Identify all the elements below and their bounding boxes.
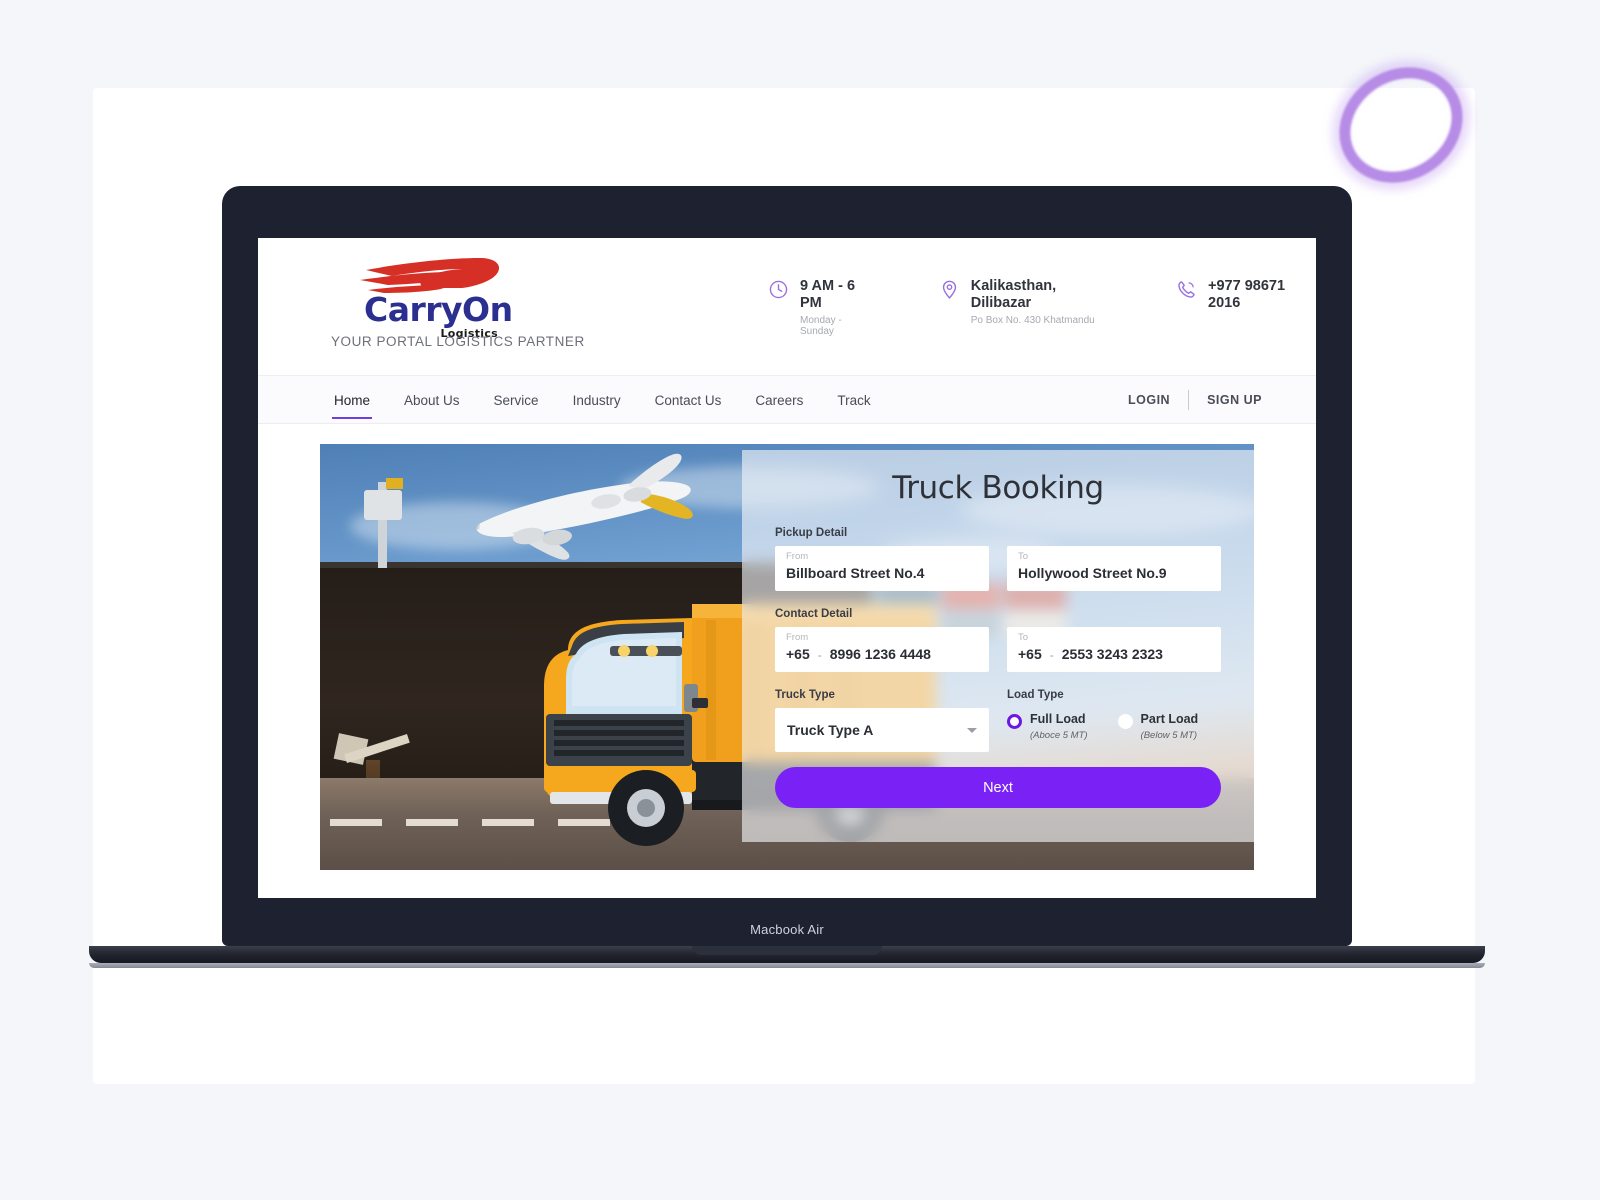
pickup-from-caption: From bbox=[786, 551, 809, 562]
address-title: Kalikasthan, Dilibazar bbox=[970, 278, 1057, 311]
laptop-foot bbox=[89, 963, 1485, 968]
load-option-part[interactable]: Part Load (Below 5 MT) bbox=[1117, 712, 1199, 741]
contact-to-separator: - bbox=[1049, 648, 1054, 663]
logo-word-part1: Carry bbox=[364, 290, 463, 329]
device-label: Macbook Air bbox=[750, 922, 824, 937]
ship-flag bbox=[386, 478, 403, 489]
site-tagline: YOUR PORTAL LOGISTICS PARTNER bbox=[331, 334, 585, 349]
contact-detail-label: Contact Detail bbox=[775, 608, 853, 620]
phone-title: +977 98671 2016 bbox=[1208, 278, 1286, 311]
truck-type-select[interactable]: Truck Type A bbox=[775, 708, 989, 752]
pickup-fields-row: From Billboard Street No.4 To Hollywood … bbox=[775, 546, 1221, 591]
login-button[interactable]: LOGIN bbox=[1128, 393, 1170, 407]
contact-to-field[interactable]: To +65 - 2553 3243 2323 bbox=[1007, 627, 1221, 672]
logo-word-part2: On bbox=[462, 290, 513, 329]
pickup-to-value: Hollywood Street No.9 bbox=[1018, 565, 1167, 582]
pickup-from-field[interactable]: From Billboard Street No.4 bbox=[775, 546, 989, 591]
contact-to-number: 2553 3243 2323 bbox=[1061, 646, 1163, 663]
nav-item-about-us[interactable]: About Us bbox=[390, 379, 474, 421]
nav-item-industry[interactable]: Industry bbox=[559, 379, 635, 421]
contact-from-country-code: +65 bbox=[786, 646, 810, 663]
hours-title: 9 AM - 6 PM bbox=[800, 278, 856, 311]
contact-from-number: 8996 1236 4448 bbox=[829, 646, 931, 663]
radio-part-load[interactable] bbox=[1117, 714, 1133, 729]
laptop-lid: CarryOn Logistics YOUR PORTAL LOGISTICS … bbox=[222, 186, 1352, 946]
part-load-label: Part Load bbox=[1140, 712, 1199, 726]
main-navigation: Home About Us Service Industry Contact U… bbox=[258, 376, 1316, 424]
header-info-address: Kalikasthan, Dilibazar Po Box No. 430 Kh… bbox=[939, 278, 1114, 337]
load-type-label: Load Type bbox=[1007, 689, 1064, 701]
contact-from-caption: From bbox=[786, 632, 809, 643]
pickup-to-field[interactable]: To Hollywood Street No.9 bbox=[1007, 546, 1221, 591]
type-options-row: Truck Type Truck Type A Load Type Full L… bbox=[775, 689, 1221, 752]
load-option-full[interactable]: Full Load (Aboce 5 MT) bbox=[1007, 712, 1088, 741]
laptop-notch bbox=[692, 946, 882, 955]
truck-booking-form: Truck Booking Pickup Detail From Billboa… bbox=[742, 450, 1254, 842]
contact-from-separator: - bbox=[817, 648, 822, 663]
pickup-detail-label: Pickup Detail bbox=[775, 527, 848, 539]
pickup-to-caption: To bbox=[1018, 551, 1029, 562]
load-type-radio-row: Full Load (Aboce 5 MT) Part Load (Below … bbox=[1007, 708, 1221, 741]
location-pin-icon bbox=[942, 280, 956, 299]
nav-divider bbox=[1188, 389, 1190, 410]
contact-to-value: +65 - 2553 3243 2323 bbox=[1018, 646, 1210, 662]
ship-mast-top bbox=[364, 490, 402, 520]
signup-button[interactable]: SIGN UP bbox=[1207, 393, 1262, 407]
contact-to-caption: To bbox=[1018, 632, 1029, 643]
contact-fields-row: From +65 - 8996 1236 4448 To +65 - 2553 … bbox=[775, 627, 1221, 672]
full-load-sub: (Aboce 5 MT) bbox=[1030, 729, 1088, 741]
road-stripe bbox=[406, 819, 458, 826]
hours-sub: Monday - Sunday bbox=[800, 315, 842, 338]
header-info-hours: 9 AM - 6 PM Monday - Sunday bbox=[768, 278, 877, 337]
chevron-down-icon bbox=[967, 727, 977, 733]
contact-to-country-code: +65 bbox=[1018, 646, 1042, 663]
header-info-phone: +977 98671 2016 bbox=[1176, 278, 1316, 337]
road-stripe bbox=[330, 819, 382, 826]
truck-type-value: Truck Type A bbox=[787, 722, 874, 738]
pickup-from-value: Billboard Street No.4 bbox=[786, 565, 925, 582]
next-button[interactable]: Next bbox=[775, 767, 1221, 808]
logo-wordmark: CarryOn bbox=[364, 293, 513, 326]
header-info-row: 9 AM - 6 PM Monday - Sunday Kalikasthan,… bbox=[768, 278, 1316, 337]
nav-auth-group: LOGIN SIGN UP bbox=[1128, 389, 1262, 410]
nav-item-track[interactable]: Track bbox=[823, 379, 884, 421]
booking-title: Truck Booking bbox=[892, 470, 1104, 506]
hero-image: Truck Booking Pickup Detail From Billboa… bbox=[320, 444, 1254, 870]
truck-type-label: Truck Type bbox=[775, 689, 835, 701]
radio-full-load[interactable] bbox=[1007, 714, 1022, 729]
laptop-mockup: CarryOn Logistics YOUR PORTAL LOGISTICS … bbox=[89, 186, 1485, 968]
load-type-group: Load Type Full Load (Aboce 5 MT) Part Lo… bbox=[1007, 689, 1221, 752]
address-sub: Po Box No. 430 Khatmandu bbox=[970, 315, 1095, 327]
contact-from-field[interactable]: From +65 - 8996 1236 4448 bbox=[775, 627, 989, 672]
truck-type-group: Truck Type Truck Type A bbox=[775, 689, 989, 752]
nav-links: Home About Us Service Industry Contact U… bbox=[320, 379, 885, 421]
nav-item-home[interactable]: Home bbox=[320, 379, 384, 421]
nav-item-service[interactable]: Service bbox=[480, 379, 553, 421]
clock-icon bbox=[769, 280, 788, 299]
contact-from-value: +65 - 8996 1236 4448 bbox=[786, 646, 978, 662]
hero-section: Truck Booking Pickup Detail From Billboa… bbox=[258, 424, 1316, 870]
nav-item-contact-us[interactable]: Contact Us bbox=[641, 379, 736, 421]
laptop-base bbox=[89, 946, 1485, 963]
part-load-sub: (Below 5 MT) bbox=[1140, 729, 1198, 741]
phone-icon bbox=[1178, 281, 1195, 298]
logo[interactable]: CarryOn Logistics bbox=[358, 256, 513, 340]
nav-item-careers[interactable]: Careers bbox=[741, 379, 817, 421]
site-header: CarryOn Logistics YOUR PORTAL LOGISTICS … bbox=[258, 238, 1316, 376]
full-load-label: Full Load bbox=[1030, 712, 1086, 726]
laptop-screen: CarryOn Logistics YOUR PORTAL LOGISTICS … bbox=[258, 238, 1316, 898]
